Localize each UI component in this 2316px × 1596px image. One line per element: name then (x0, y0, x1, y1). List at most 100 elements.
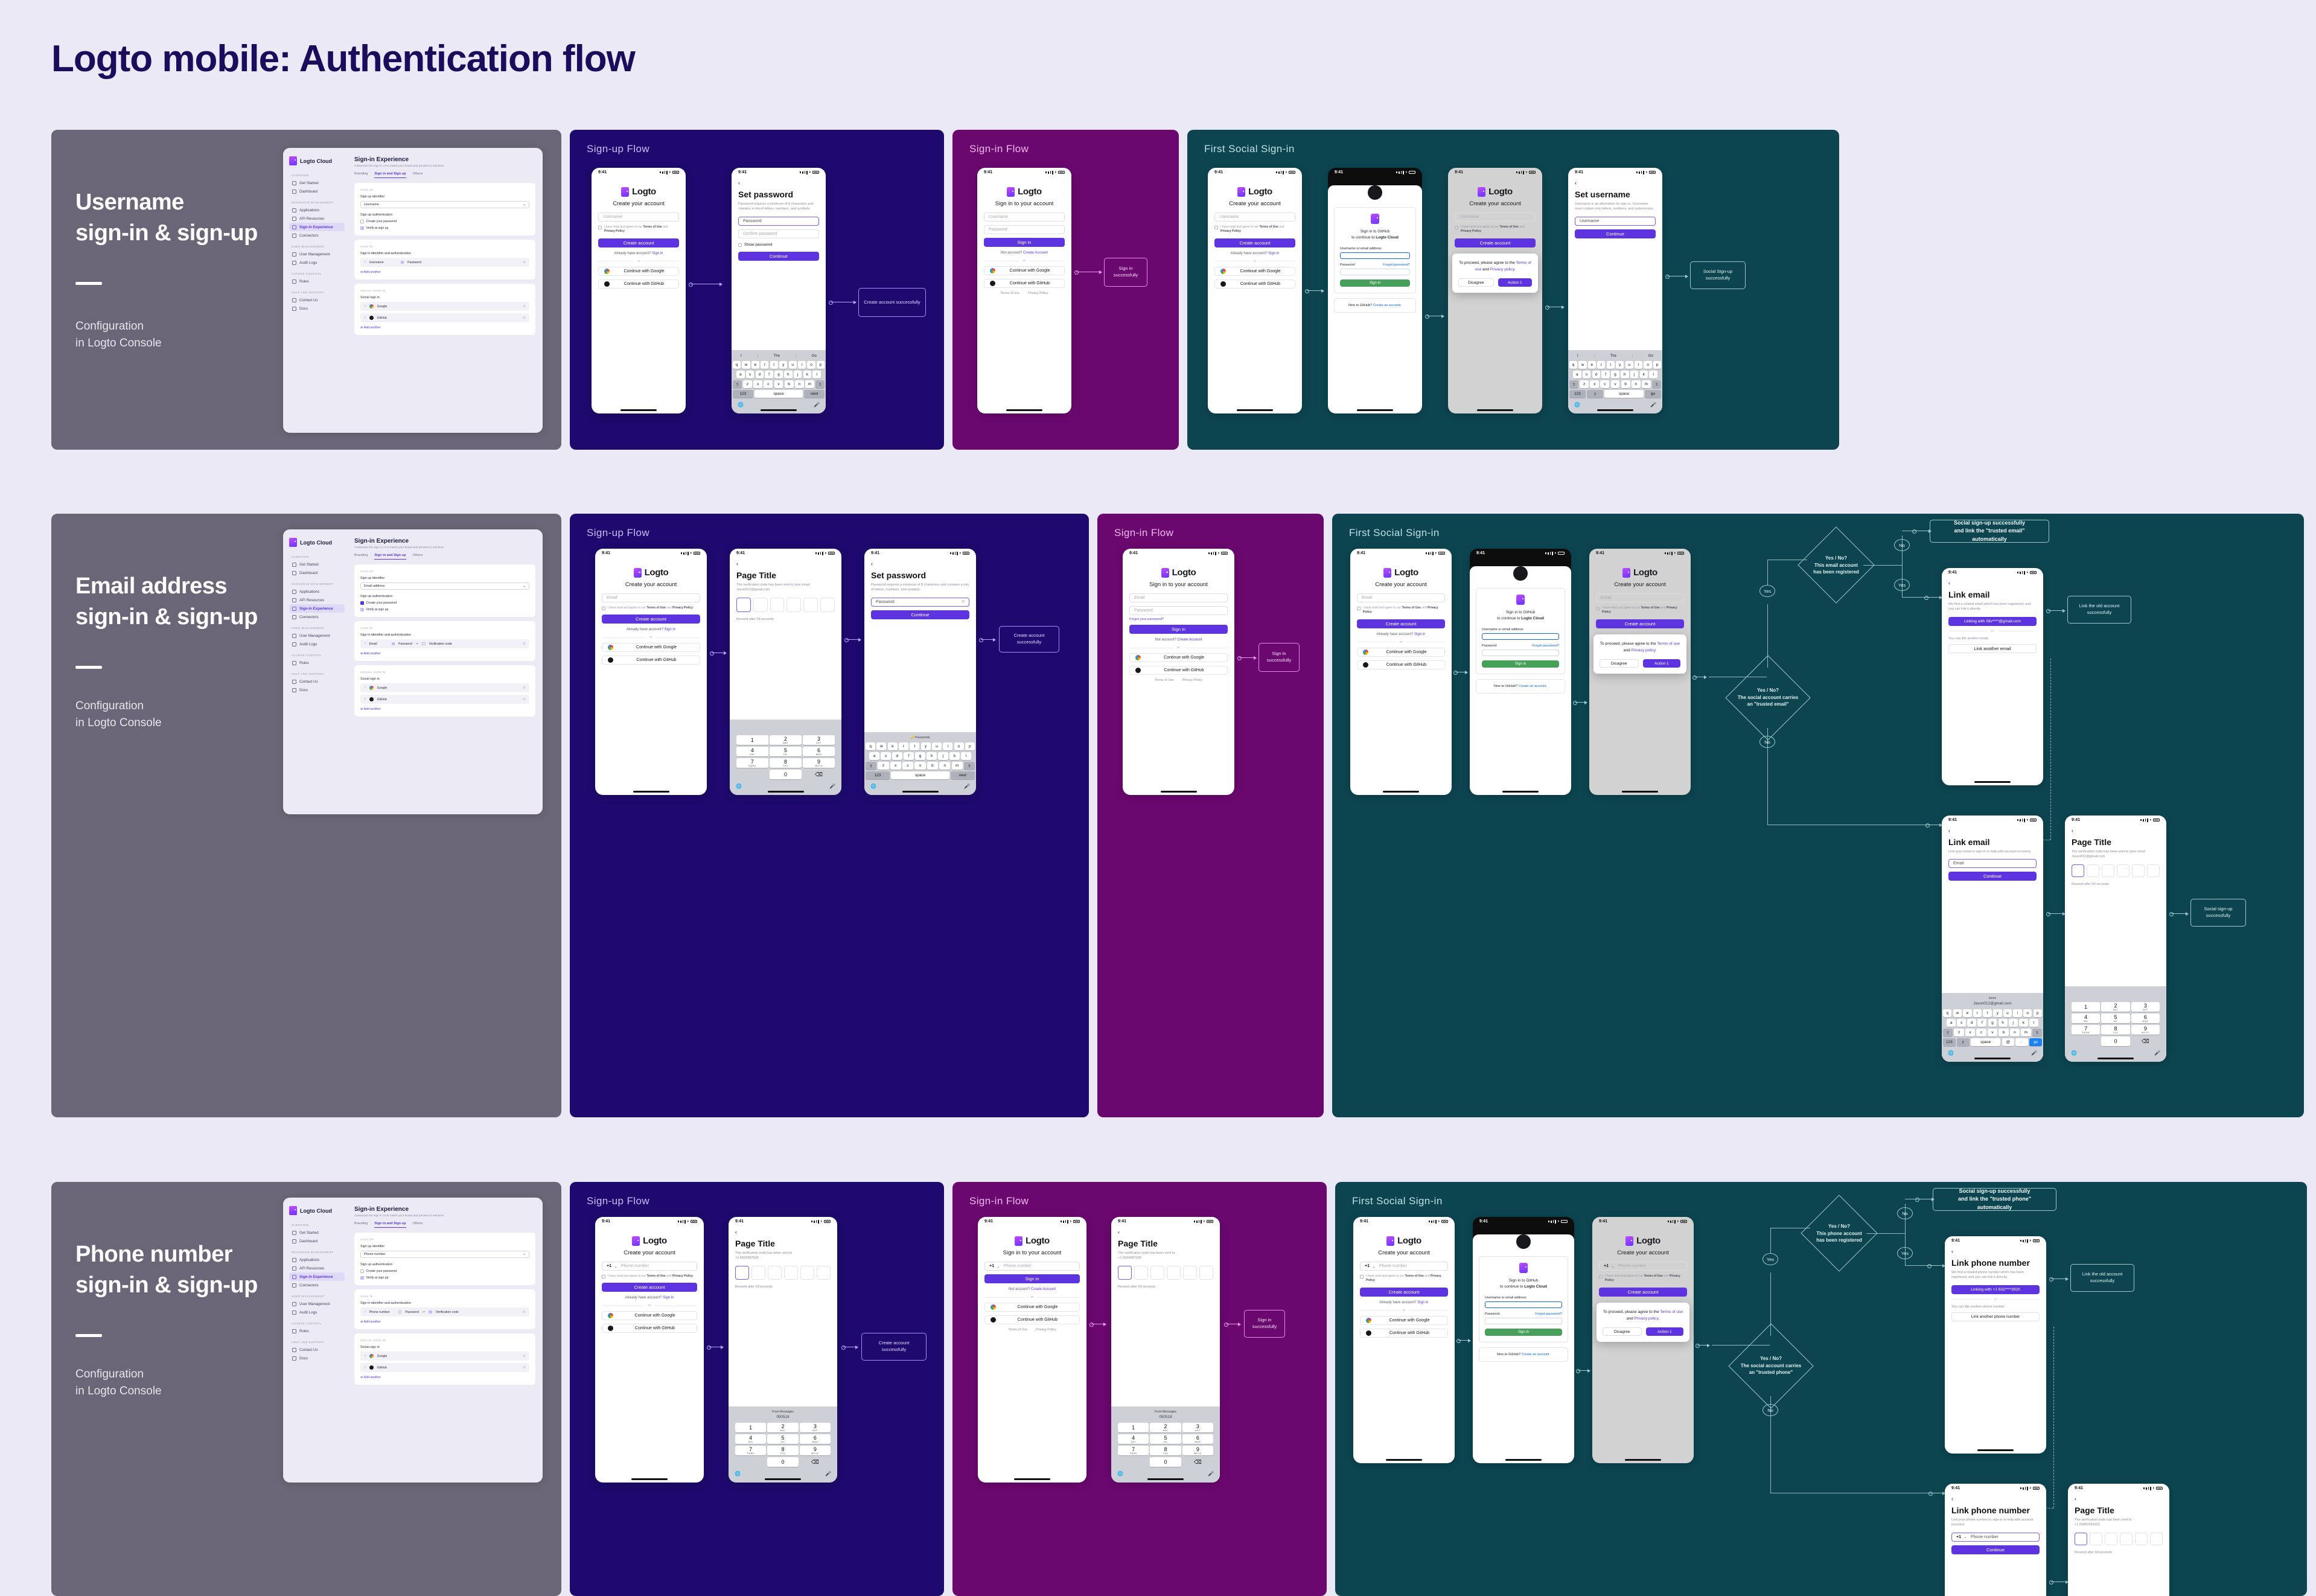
add-another-signin[interactable]: ⊕ Add another (360, 1320, 529, 1324)
verification-code-inputs[interactable] (736, 597, 835, 612)
sidebar-item-applications[interactable]: Applications (289, 1256, 345, 1264)
phone-input[interactable]: +1 ⌄ Phone number (1360, 1262, 1448, 1271)
verify-signup-checkbox-row[interactable]: Verify at sign up (360, 226, 529, 230)
continue-with-google-button[interactable]: Continue with Google (1129, 653, 1228, 662)
create-account-button[interactable]: Create account (602, 1283, 697, 1292)
continue-with-google-button[interactable]: Continue with Google (1214, 266, 1295, 276)
mic-icon[interactable]: 🎤 (964, 784, 970, 789)
swap-icon[interactable]: ⇄ (416, 642, 418, 646)
remove-icon[interactable]: ⊖ (523, 642, 526, 646)
back-icon[interactable]: ‹ (1951, 1496, 2040, 1502)
sidebar-item-api-resources[interactable]: API Resources (289, 214, 345, 223)
sidebar-item-docs[interactable]: Docs (289, 1354, 345, 1362)
sidebar-item-dashboard[interactable]: Dashboard (289, 1237, 345, 1245)
social-row-github[interactable]: ⠿ GitHub ⊖ (360, 695, 529, 704)
continue-with-google-button[interactable]: Continue with Google (1360, 1315, 1448, 1325)
numeric-keypad[interactable]: 1 2 ABC 3 DEF 4 GHI 5 JKL 6 MNO 7 PQRS 8 TUV 9 WXYZ 0 ⌫… (730, 720, 841, 795)
tab-others[interactable]: Others (413, 554, 423, 560)
tab-branding[interactable]: Branding (354, 554, 368, 560)
create-account-button[interactable]: Create account (598, 238, 679, 247)
back-icon[interactable]: ‹ (738, 180, 819, 186)
username-input[interactable]: Username (598, 212, 679, 222)
checkbox[interactable] (360, 226, 364, 230)
add-another-signin[interactable]: ⊕ Add another (360, 270, 529, 274)
terms-agreement[interactable]: I have read and agree to our Terms of Us… (1214, 225, 1295, 234)
remove-icon[interactable]: ⊖ (523, 316, 526, 320)
create-password-checkbox-row[interactable]: Create your password (360, 220, 529, 223)
sidebar-item-connectors[interactable]: Connectors (289, 613, 345, 621)
onscreen-keyboard[interactable]: 🔑 Passwords qwertyuiop asdfghjkl ⇧ z x c v b n… (864, 732, 976, 795)
sidebar-item-contact-us[interactable]: Contact Us (289, 677, 345, 686)
checkbox[interactable] (598, 226, 602, 229)
sidebar-item-audit-logs[interactable]: Audit Logs (289, 640, 345, 648)
sidebar-item-sign-in-experience[interactable]: Sign-in Experience (289, 604, 345, 613)
globe-icon[interactable]: 🌐 (1948, 1050, 1954, 1056)
tab-branding[interactable]: Branding (354, 1222, 368, 1228)
create-account-button[interactable]: Create account (1596, 619, 1684, 628)
sidebar-item-get-started[interactable]: Get Started (289, 179, 345, 187)
mic-icon[interactable]: 🎤 (2154, 1050, 2160, 1056)
sign-in-button[interactable]: Sign in (984, 1274, 1080, 1283)
mic-icon[interactable]: 🎤 (1650, 402, 1656, 407)
back-icon[interactable]: ‹ (1575, 180, 1656, 186)
continue-with-google-button[interactable]: Continue with Google (984, 1303, 1080, 1312)
continue-with-google-button[interactable]: Continue with Google (602, 643, 700, 653)
sidebar-item-sign-in-experience[interactable]: Sign-in Experience (289, 1272, 345, 1281)
link-another-email-button[interactable]: Link another email (1948, 643, 2037, 653)
signup-identifier-select[interactable]: Phone number ⌄ (360, 1251, 529, 1258)
tab-sign-in-and-sign-up[interactable]: Sign in and Sign up (374, 172, 406, 178)
sms-autofill-hint[interactable]: From Messages 050518 (1112, 1409, 1219, 1423)
back-icon[interactable]: ‹ (1948, 828, 2037, 834)
backspace-icon[interactable]: ⌫ (1182, 1457, 1213, 1467)
signup-identifier-select[interactable]: Email address ⌄ (360, 583, 529, 590)
continue-with-github-button[interactable]: Continue with GitHub (984, 1315, 1080, 1324)
disagree-button[interactable]: Disagree (1600, 659, 1639, 668)
create-account-link[interactable]: Create Account (1031, 1288, 1056, 1291)
sms-autofill-hint[interactable]: From Messages 050518 (730, 1409, 836, 1423)
keyboard-row-2[interactable]: asdfghjkl (733, 371, 825, 378)
disagree-button[interactable]: Disagree (1603, 1327, 1642, 1336)
sign-in-button[interactable]: Sign in (1129, 625, 1228, 634)
continue-with-google-button[interactable]: Continue with Google (1357, 647, 1445, 657)
social-row-google[interactable]: ⠿ Google ⊖ (360, 683, 529, 692)
password-input[interactable]: Password ⦸ (871, 597, 969, 607)
sign-in-link[interactable]: Sign in (1414, 633, 1425, 636)
add-another-social[interactable]: ⊕ Add another (360, 707, 529, 711)
continue-button[interactable]: Continue (738, 252, 819, 261)
signup-identifier-select[interactable]: Username ⌄ (360, 201, 529, 208)
continue-with-github-button[interactable]: Continue with GitHub (984, 279, 1065, 288)
passwords-autofill-hint[interactable]: 🔑 Passwords (866, 735, 975, 743)
terms-link[interactable]: Terms of Use (1008, 1328, 1027, 1332)
continue-button[interactable]: Continue (1575, 229, 1656, 238)
back-icon[interactable]: ‹ (2075, 1496, 2163, 1502)
sidebar-item-roles[interactable]: Roles (289, 1327, 345, 1335)
sidebar-item-user-management[interactable]: User Management (289, 250, 345, 258)
sidebar-item-get-started[interactable]: Get Started (289, 1228, 345, 1237)
sign-in-link[interactable]: Sign in (663, 1296, 674, 1300)
back-icon[interactable]: ‹ (1118, 1230, 1213, 1235)
privacy-link[interactable]: Privacy Policy (1036, 1328, 1056, 1332)
remove-icon[interactable]: ⊖ (523, 697, 526, 701)
password-input[interactable]: Password (1129, 606, 1228, 615)
back-icon[interactable]: ‹ (871, 561, 969, 567)
globe-icon[interactable]: 🌐 (1117, 1471, 1123, 1476)
forgot-password-link[interactable]: Forgot password? (1532, 644, 1559, 648)
continue-button[interactable]: Continue (1948, 872, 2037, 881)
back-icon[interactable]: ‹ (2072, 828, 2160, 834)
privacy-link[interactable]: Privacy Policy (1028, 292, 1048, 295)
password-input[interactable]: Password (738, 216, 819, 226)
mic-icon[interactable]: 🎤 (814, 402, 820, 407)
tab-branding[interactable]: Branding (354, 172, 368, 178)
eye-off-icon[interactable]: ⦸ (962, 599, 965, 604)
continue-with-google-button[interactable]: Continue with Google (602, 1311, 697, 1321)
sidebar-item-user-management[interactable]: User Management (289, 631, 345, 640)
create-account-button[interactable]: Create account (1455, 238, 1536, 247)
tab-sign-in-and-sign-up[interactable]: Sign in and Sign up (374, 554, 406, 560)
create-password-checkbox-row[interactable]: Create your password (360, 601, 529, 605)
mic-icon[interactable]: 🎤 (825, 1471, 831, 1476)
github-create-account-link[interactable]: Create an account. (1519, 685, 1547, 688)
tab-sign-in-and-sign-up[interactable]: Sign in and Sign up (374, 1222, 406, 1228)
sign-in-link[interactable]: Sign in (1268, 252, 1279, 255)
remove-icon[interactable]: ⊖ (523, 304, 526, 308)
github-create-account-link[interactable]: Create an account. (1522, 1353, 1550, 1356)
